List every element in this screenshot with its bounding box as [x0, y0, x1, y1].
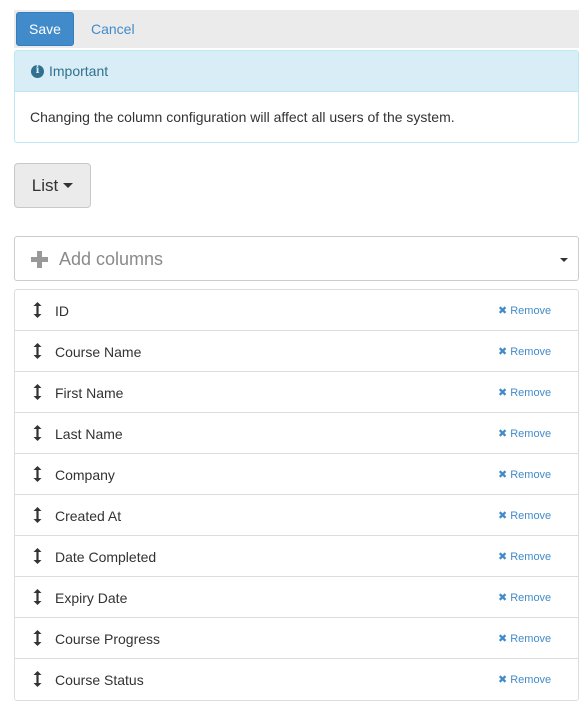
save-button[interactable]: Save [16, 12, 74, 46]
action-toolbar: Save Cancel [14, 10, 579, 48]
drag-handle-icon[interactable] [33, 507, 42, 523]
close-icon: ✖ [498, 551, 508, 563]
remove-column-link[interactable]: ✖ Remove [498, 413, 551, 454]
drag-handle-icon[interactable] [33, 548, 42, 564]
remove-column-link[interactable]: ✖ Remove [498, 290, 551, 331]
column-name: Created At [55, 507, 122, 524]
close-icon: ✖ [498, 633, 508, 645]
remove-column-link[interactable]: ✖ Remove [498, 659, 551, 700]
column-item[interactable]: Last Name ✖ Remove [15, 413, 578, 454]
remove-label: Remove [510, 591, 552, 604]
close-icon: ✖ [498, 305, 508, 317]
alert-heading: i Important [15, 51, 578, 92]
remove-label: Remove [510, 427, 552, 440]
close-icon: ✖ [498, 387, 508, 399]
remove-column-link[interactable]: ✖ Remove [498, 536, 551, 577]
close-icon: ✖ [498, 469, 508, 481]
column-name: Expiry Date [55, 589, 128, 606]
close-icon: ✖ [498, 346, 508, 358]
column-list: ID ✖ Remove Course Name ✖ Remove First Nam… [14, 289, 579, 701]
column-item[interactable]: Company ✖ Remove [15, 454, 578, 495]
column-item[interactable]: Course Name ✖ Remove [15, 331, 578, 372]
close-icon: ✖ [498, 592, 508, 604]
column-name: Course Name [55, 343, 142, 360]
drag-handle-icon[interactable] [33, 302, 42, 318]
remove-column-link[interactable]: ✖ Remove [498, 495, 551, 536]
add-columns-placeholder: Add columns [59, 249, 164, 269]
column-name: Course Status [55, 671, 144, 688]
remove-column-link[interactable]: ✖ Remove [498, 577, 551, 618]
close-icon: ✖ [498, 674, 508, 686]
remove-label: Remove [510, 632, 552, 645]
column-item[interactable]: ID ✖ Remove [15, 290, 578, 331]
info-circle-icon: i [31, 64, 44, 78]
remove-label: Remove [510, 673, 552, 686]
remove-column-link[interactable]: ✖ Remove [498, 331, 551, 372]
alert-title: Important [49, 63, 109, 79]
remove-label: Remove [510, 550, 552, 563]
add-columns-select[interactable]: Add columns [14, 236, 579, 281]
remove-label: Remove [510, 468, 552, 481]
drag-handle-icon[interactable] [33, 343, 42, 359]
column-name: Last Name [55, 425, 123, 442]
drag-handle-icon[interactable] [33, 630, 42, 646]
remove-label: Remove [510, 509, 552, 522]
close-icon: ✖ [498, 428, 508, 440]
view-selector-dropdown[interactable]: List [14, 163, 91, 208]
view-selector-label: List [31, 175, 59, 195]
remove-column-link[interactable]: ✖ Remove [498, 372, 551, 413]
column-item[interactable]: Created At ✖ Remove [15, 495, 578, 536]
plus-icon [31, 251, 48, 268]
caret-down-icon [560, 258, 568, 262]
column-item[interactable]: First Name ✖ Remove [15, 372, 578, 413]
column-item[interactable]: Date Completed ✖ Remove [15, 536, 578, 577]
close-icon: ✖ [498, 510, 508, 522]
remove-column-link[interactable]: ✖ Remove [498, 618, 551, 659]
column-name: Date Completed [55, 548, 157, 565]
drag-handle-icon[interactable] [33, 425, 42, 441]
column-name: First Name [55, 384, 124, 401]
cancel-link[interactable]: Cancel [90, 12, 136, 46]
column-name: ID [55, 302, 69, 319]
alert-message: Changing the column configuration will a… [30, 109, 455, 125]
column-name: Course Progress [55, 630, 161, 647]
remove-label: Remove [510, 386, 552, 399]
drag-handle-icon[interactable] [33, 384, 42, 400]
column-item[interactable]: Course Progress ✖ Remove [15, 618, 578, 659]
column-name: Company [55, 466, 115, 483]
remove-column-link[interactable]: ✖ Remove [498, 454, 551, 495]
important-alert: i Important Changing the column configur… [14, 50, 579, 143]
caret-down-icon [63, 183, 74, 188]
drag-handle-icon[interactable] [33, 671, 42, 687]
remove-label: Remove [510, 304, 552, 317]
column-item[interactable]: Expiry Date ✖ Remove [15, 577, 578, 618]
drag-handle-icon[interactable] [33, 589, 42, 605]
column-item[interactable]: Course Status ✖ Remove [15, 659, 578, 700]
remove-label: Remove [510, 345, 552, 358]
drag-handle-icon[interactable] [33, 466, 42, 482]
